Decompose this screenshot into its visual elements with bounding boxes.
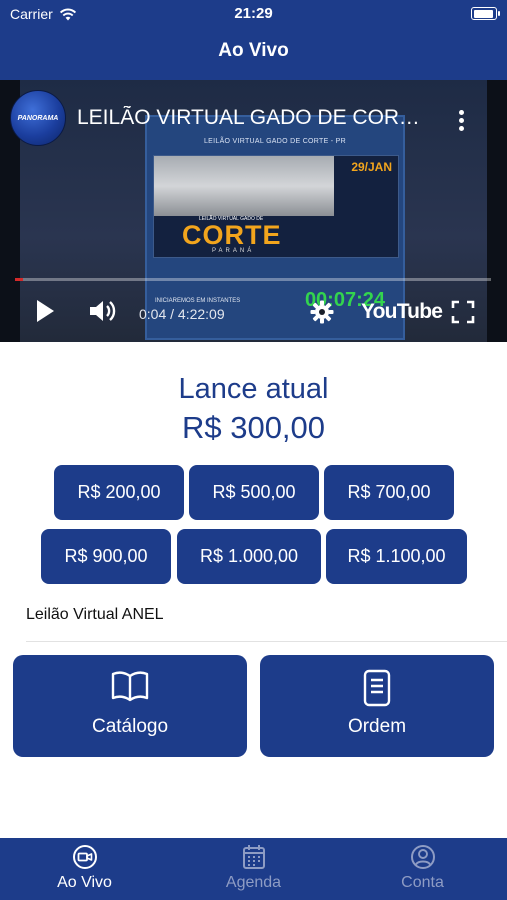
video-player[interactable]: LEILÃO VIRTUAL GADO DE CORTE - PR LEILÃO… <box>0 80 507 342</box>
bid-button-900[interactable]: R$ 900,00 <box>41 529 171 584</box>
play-icon[interactable] <box>34 298 56 324</box>
tab-agenda-label: Agenda <box>225 874 282 891</box>
user-circle-icon <box>410 845 435 869</box>
bid-button-500[interactable]: R$ 500,00 <box>189 465 319 520</box>
youtube-logo[interactable]: YouTube <box>361 300 443 324</box>
order-button[interactable]: Ordem <box>260 655 494 757</box>
tab-account[interactable]: Conta <box>338 838 507 900</box>
divider <box>26 641 507 642</box>
banner-title: CORTE <box>182 220 282 250</box>
fullscreen-icon[interactable] <box>451 300 475 324</box>
app-screen: Carrier 21:29 Ao Vivo LEILÃO VIRTUAL GAD… <box>0 0 507 900</box>
status-bar: Carrier 21:29 <box>0 0 507 28</box>
video-progress-fill <box>15 278 23 281</box>
calendar-icon <box>242 845 265 869</box>
channel-avatar-text: PANORAMA <box>17 114 59 122</box>
video-timecode: 0:04 / 4:22:09 <box>139 306 225 322</box>
banner-region: PARANÁ <box>212 248 255 254</box>
status-time: 21:29 <box>234 5 273 22</box>
document-icon <box>363 669 391 707</box>
page-title: Ao Vivo <box>218 40 289 61</box>
gear-icon[interactable] <box>310 300 334 324</box>
battery-icon <box>471 7 500 20</box>
tab-bar: Ao Vivo Agenda Conta <box>0 838 507 900</box>
auction-name: Leilão Virtual ANEL <box>26 606 164 623</box>
video-title[interactable]: LEILÃO VIRTUAL GADO DE CORTE... <box>77 106 427 130</box>
video-progress-bar[interactable] <box>15 278 491 281</box>
video-controls: 0:04 / 4:22:09 YouTube <box>0 290 507 336</box>
bid-button-200[interactable]: R$ 200,00 <box>54 465 184 520</box>
order-label: Ordem <box>347 716 407 737</box>
book-icon <box>111 671 149 702</box>
header: Carrier 21:29 Ao Vivo <box>0 0 507 80</box>
slide-heading: LEILÃO VIRTUAL GADO DE CORTE - PR <box>203 138 347 145</box>
bid-button-1000[interactable]: R$ 1.000,00 <box>177 529 321 584</box>
cattle-image <box>154 156 334 216</box>
catalog-label: Catálogo <box>91 716 169 737</box>
tab-agenda[interactable]: Agenda <box>169 838 338 900</box>
current-bid-value: R$ 300,00 <box>181 410 326 445</box>
catalog-button[interactable]: Catálogo <box>13 655 247 757</box>
more-options-icon[interactable] <box>459 110 465 132</box>
tab-live[interactable]: Ao Vivo <box>0 838 169 900</box>
channel-avatar[interactable]: PANORAMA <box>10 90 66 146</box>
event-banner: LEILÃO VIRTUAL GADO DE CORTE PARANÁ 29/J… <box>153 155 399 258</box>
bid-button-1100[interactable]: R$ 1.100,00 <box>326 529 467 584</box>
tab-account-label: Conta <box>401 874 444 891</box>
video-camera-icon <box>72 845 97 869</box>
bid-button-700[interactable]: R$ 700,00 <box>324 465 454 520</box>
current-bid-label: Lance atual <box>178 373 329 405</box>
volume-icon[interactable] <box>88 298 118 324</box>
tab-live-label: Ao Vivo <box>57 874 112 891</box>
banner-date: 29/JAN <box>351 160 392 174</box>
